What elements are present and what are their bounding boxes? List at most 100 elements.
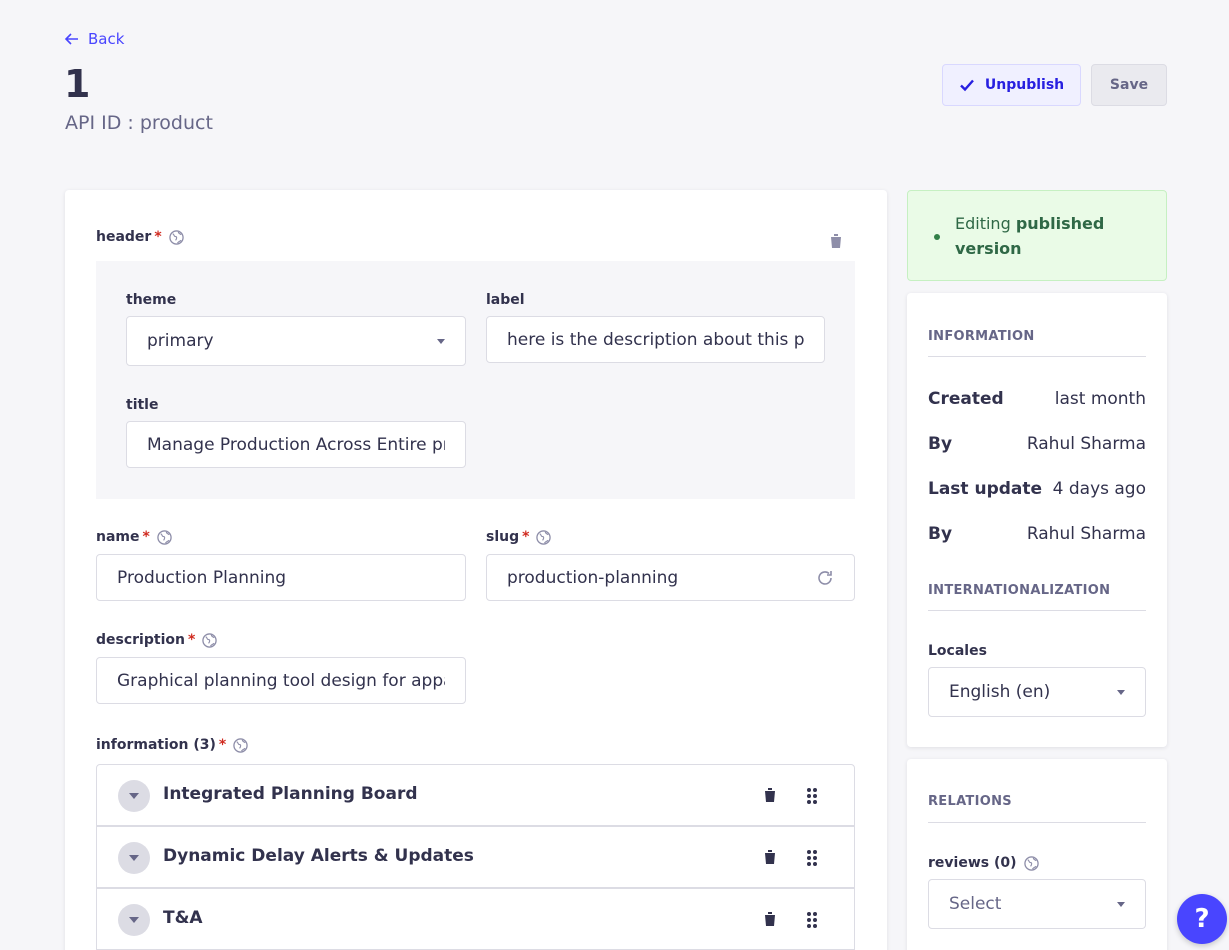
information-panel: INFORMATION Created last month By Rahul …	[907, 293, 1167, 747]
info-key: Created	[928, 389, 1004, 409]
information-item[interactable]: Dynamic Delay Alerts & Updates	[96, 826, 855, 888]
globe-icon	[157, 529, 172, 545]
drag-handle-icon[interactable]	[805, 911, 819, 929]
info-row-updated-by: By Rahul Sharma	[928, 524, 1146, 544]
chevron-down-icon	[129, 855, 139, 861]
trash-icon[interactable]	[763, 911, 777, 927]
info-row-created-by: By Rahul Sharma	[928, 434, 1146, 454]
arrow-left-icon	[64, 33, 78, 45]
info-key: By	[928, 434, 953, 454]
reviews-label: reviews (0)	[928, 855, 1039, 871]
save-button[interactable]: Save	[1091, 64, 1167, 106]
unpublish-button[interactable]: Unpublish	[942, 64, 1081, 106]
required-mark: *	[218, 737, 227, 753]
api-id: API ID : product	[65, 112, 213, 134]
check-icon	[960, 79, 974, 92]
name-input-value: Production Planning	[117, 567, 287, 588]
information-item-title: T&A	[163, 908, 203, 928]
information-heading: INFORMATION	[928, 329, 1035, 344]
divider	[928, 822, 1146, 823]
status-text: Editing published version	[955, 211, 1145, 261]
label-input[interactable]: here is the description about this proc	[486, 316, 825, 363]
required-mark: *	[154, 229, 162, 245]
label-input-value: here is the description about this proc	[507, 329, 804, 350]
theme-select[interactable]: primary	[126, 316, 466, 366]
description-input-value: Graphical planning tool design for appar…	[117, 670, 445, 691]
info-value: Rahul Sharma	[1026, 524, 1146, 544]
status-dot	[934, 234, 940, 240]
description-field-label: description *	[96, 632, 217, 648]
required-mark: *	[522, 529, 530, 545]
expand-toggle[interactable]	[118, 780, 150, 812]
theme-select-value: primary	[147, 331, 214, 351]
trash-icon[interactable]	[763, 787, 777, 803]
refresh-icon[interactable]	[816, 569, 834, 587]
title-field-label: title	[126, 397, 159, 413]
name-input[interactable]: Production Planning	[96, 554, 466, 601]
locales-label: Locales	[928, 643, 987, 659]
locale-select-value: English (en)	[949, 682, 1051, 702]
chevron-down-icon	[1117, 901, 1125, 907]
title-input-value: Manage Production Across Entire proc	[147, 434, 445, 455]
reviews-select[interactable]: Select	[928, 879, 1146, 929]
chevron-down-icon	[129, 917, 139, 923]
info-row-last-update: Last update 4 days ago	[928, 479, 1146, 499]
globe-icon	[202, 632, 217, 648]
info-key: By	[928, 524, 953, 544]
chevron-down-icon	[437, 338, 445, 344]
description-input[interactable]: Graphical planning tool design for appar…	[96, 657, 466, 704]
header-label-text: header	[96, 229, 152, 245]
chevron-down-icon	[129, 793, 139, 799]
i18n-heading: INTERNATIONALIZATION	[928, 583, 1111, 598]
information-field-label: information (3) *	[96, 737, 248, 753]
reviews-label-text: reviews (0)	[928, 855, 1017, 871]
back-link[interactable]: Back	[64, 30, 124, 48]
info-value: last month	[1054, 389, 1146, 409]
locale-select[interactable]: English (en)	[928, 667, 1146, 717]
info-value: Rahul Sharma	[1026, 434, 1146, 454]
globe-icon	[168, 229, 184, 245]
drag-handle-icon[interactable]	[805, 849, 819, 867]
divider	[928, 610, 1146, 611]
name-field-label: name *	[96, 529, 172, 545]
reviews-select-placeholder: Select	[949, 894, 1002, 914]
editing-status-box: Editing published version	[907, 190, 1167, 281]
relations-panel: RELATIONS reviews (0) Select	[907, 759, 1167, 950]
slug-input-value: production-planning	[507, 567, 679, 588]
information-label-text: information (3)	[96, 737, 216, 753]
slug-field-label: slug *	[486, 529, 552, 545]
info-key: Last update	[928, 479, 1043, 499]
title-input[interactable]: Manage Production Across Entire proc	[126, 421, 466, 468]
globe-icon	[536, 529, 552, 545]
drag-handle-icon[interactable]	[805, 787, 819, 805]
label-field-label: label	[486, 292, 525, 308]
information-item[interactable]: Integrated Planning Board	[96, 764, 855, 826]
slug-input[interactable]: production-planning	[486, 554, 855, 601]
globe-icon	[233, 737, 248, 753]
information-item[interactable]: T&A	[96, 888, 855, 950]
page-title: 1	[64, 62, 91, 106]
back-label: Back	[88, 30, 125, 48]
header-field-label: header *	[96, 229, 184, 245]
status-prefix: Editing	[955, 214, 1016, 233]
information-item-title: Integrated Planning Board	[163, 784, 418, 804]
slug-label-text: slug	[486, 529, 520, 545]
globe-icon	[1023, 855, 1039, 871]
delete-header-trash-icon[interactable]	[829, 233, 843, 249]
info-value: 4 days ago	[1052, 479, 1146, 499]
trash-icon[interactable]	[763, 849, 777, 865]
theme-label: theme	[126, 292, 177, 308]
information-item-title: Dynamic Delay Alerts & Updates	[163, 846, 474, 866]
description-label-text: description	[96, 632, 185, 648]
info-row-created: Created last month	[928, 389, 1146, 409]
name-label-text: name	[96, 529, 140, 545]
divider	[928, 356, 1146, 357]
required-mark: *	[142, 529, 150, 545]
help-button[interactable]: ?	[1177, 894, 1227, 944]
relations-heading: RELATIONS	[928, 794, 1012, 809]
expand-toggle[interactable]	[118, 904, 150, 936]
chevron-down-icon	[1117, 689, 1125, 695]
required-mark: *	[187, 632, 196, 648]
unpublish-label: Unpublish	[984, 77, 1065, 93]
expand-toggle[interactable]	[118, 842, 150, 874]
